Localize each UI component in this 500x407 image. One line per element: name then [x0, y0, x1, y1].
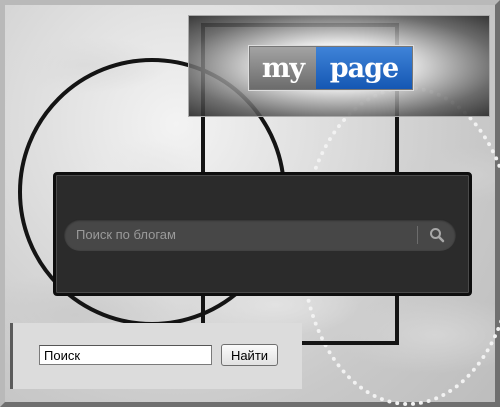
find-button[interactable]: Найти — [221, 344, 278, 366]
site-search-input[interactable] — [39, 345, 212, 365]
search-divider — [417, 226, 418, 244]
blog-search-placeholder: Поиск по блогам — [76, 227, 176, 242]
blog-search-field[interactable]: Поиск по блогам — [64, 219, 456, 251]
logo-page-text: page — [316, 47, 412, 89]
site-search-panel: Найти — [10, 323, 302, 389]
mypage-logo[interactable]: my page — [249, 46, 413, 90]
logo-my-text: my — [250, 47, 316, 89]
search-icon[interactable] — [428, 226, 446, 244]
blog-search-panel: Поиск по блогам — [53, 172, 472, 296]
